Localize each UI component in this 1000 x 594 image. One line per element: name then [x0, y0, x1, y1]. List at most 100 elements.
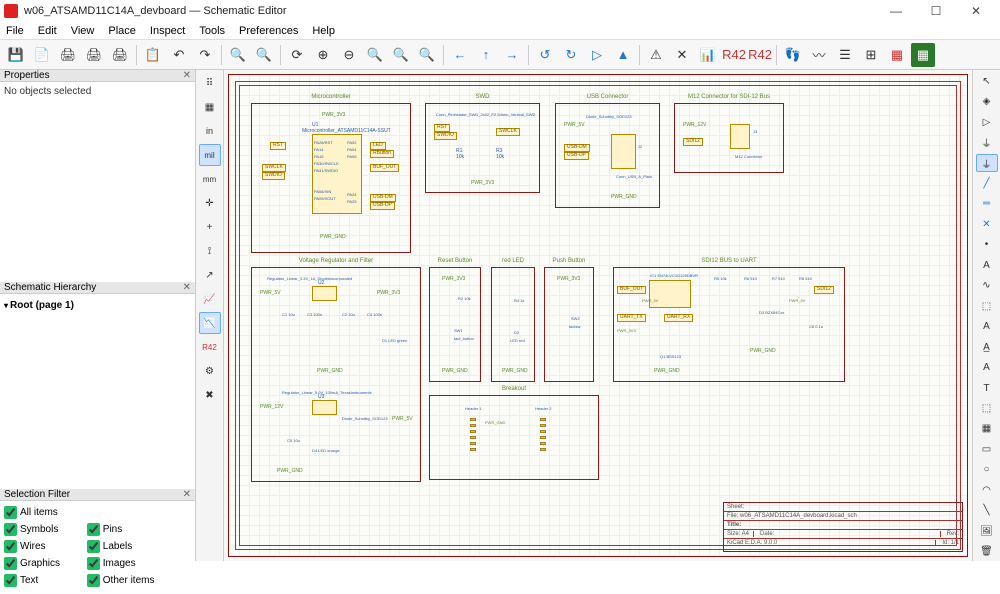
tool-undo[interactable]: ↶: [167, 43, 191, 67]
tool-export[interactable]: ⊞: [859, 43, 883, 67]
rt-power[interactable]: ⏚: [976, 133, 998, 151]
lt-direction[interactable]: ↗: [199, 264, 221, 286]
properties-close-icon[interactable]: ✕: [183, 70, 191, 81]
mcu-net-swclk[interactable]: SWCLK: [262, 164, 286, 172]
rt-hier-label[interactable]: A: [976, 317, 998, 335]
tool-print[interactable]: 🖨: [56, 43, 80, 67]
rt-textbox[interactable]: ⬚: [976, 399, 998, 417]
tool-mirror-v[interactable]: ▷: [585, 43, 609, 67]
menu-file[interactable]: File: [6, 25, 24, 37]
rt-hier-sheet[interactable]: A̲: [976, 338, 998, 356]
menu-edit[interactable]: Edit: [38, 25, 57, 37]
mcu-net-buf[interactable]: BUF_OUT: [370, 164, 399, 172]
sdi-tx[interactable]: UART_TX: [617, 314, 646, 322]
lt-plot1[interactable]: 📈: [199, 288, 221, 310]
swd-net-rst[interactable]: RST: [434, 124, 450, 132]
hierarchy-close-icon[interactable]: ✕: [183, 282, 191, 293]
lt-grid-lines[interactable]: ▦: [199, 96, 221, 118]
block-mcu[interactable]: Microcontroller U1 Microcontroller_ATSAM…: [251, 103, 411, 253]
lt-plot2[interactable]: 📉: [199, 312, 221, 334]
brk-h2-pins[interactable]: [540, 418, 546, 451]
lt-hidden-pins[interactable]: ⟟: [199, 240, 221, 262]
lt-units-in[interactable]: in: [199, 120, 221, 142]
rt-image[interactable]: 🖼: [976, 522, 998, 540]
rt-wire[interactable]: ╱: [976, 174, 998, 192]
m12-symbol[interactable]: [730, 124, 750, 149]
hierarchy-collapse-icon[interactable]: ▾: [4, 301, 8, 310]
filter-symbols[interactable]: Symbols: [4, 523, 84, 536]
menu-preferences[interactable]: Preferences: [239, 25, 298, 37]
filter-text[interactable]: Text: [4, 574, 84, 587]
filter-close-icon[interactable]: ✕: [183, 489, 191, 500]
title-block[interactable]: Sheet: File: w06_ATSAMD11C14A_devboard.k…: [723, 502, 963, 552]
window-maximize[interactable]: ☐: [916, 4, 956, 18]
rt-select[interactable]: ↖: [976, 72, 998, 90]
tool-plot[interactable]: 🖨: [82, 43, 106, 67]
tool-footprint[interactable]: 👣: [781, 43, 805, 67]
tool-pcb[interactable]: ▦: [911, 43, 935, 67]
rt-bus[interactable]: ═: [976, 195, 998, 213]
menu-tools[interactable]: Tools: [199, 25, 225, 37]
rt-symbol[interactable]: ▷: [976, 113, 998, 131]
menu-help[interactable]: Help: [312, 25, 335, 37]
block-brk[interactable]: Breakout Header 1 Header 2 PWR_GND: [429, 395, 599, 480]
filter-graphics[interactable]: Graphics: [4, 557, 84, 570]
block-swd[interactable]: SWD Conn_PinHeader_SWD_2x02_P2.54mm_Vert…: [425, 103, 540, 193]
m12-sdi12[interactable]: SDI12: [683, 138, 703, 146]
filter-wires[interactable]: Wires: [4, 540, 84, 553]
tool-find-replace[interactable]: 🔍: [252, 43, 276, 67]
mcu-net-dm[interactable]: USB-DM: [370, 194, 396, 202]
tool-erc[interactable]: ⚠: [644, 43, 668, 67]
tool-rotate-cw[interactable]: ↻: [559, 43, 583, 67]
tool-annotate[interactable]: R42: [722, 43, 746, 67]
filter-other[interactable]: Other items: [87, 574, 167, 587]
tool-nav-fwd[interactable]: →: [500, 43, 524, 67]
rt-import[interactable]: A: [976, 358, 998, 376]
rt-netclass[interactable]: ∿: [976, 277, 998, 295]
tool-rotate-ccw[interactable]: ↺: [533, 43, 557, 67]
swd-net-swdio[interactable]: SWDIO: [434, 132, 457, 140]
tool-redo[interactable]: ↷: [193, 43, 217, 67]
filter-pins[interactable]: Pins: [87, 523, 167, 536]
rt-arc[interactable]: ◠: [976, 481, 998, 499]
tool-plot2[interactable]: 🖨: [108, 43, 132, 67]
mcu-net-rst[interactable]: RST: [270, 142, 286, 150]
rt-noconnect[interactable]: ✕: [976, 215, 998, 233]
tool-nav-up[interactable]: ↑: [474, 43, 498, 67]
mcu-net-led[interactable]: LED: [370, 142, 386, 150]
tool-paste[interactable]: 📋: [141, 43, 165, 67]
menu-place[interactable]: Place: [108, 25, 136, 37]
usb-dp[interactable]: USB-DP: [564, 152, 589, 160]
filter-labels[interactable]: Labels: [87, 540, 167, 553]
block-usb[interactable]: USB Connector Diode_Schottky_SOD123 J2 C…: [555, 103, 660, 208]
rt-table[interactable]: ▦: [976, 420, 998, 438]
block-reg[interactable]: Voltage Regulator and Filter Regulator_L…: [251, 267, 421, 482]
reg1-symbol[interactable]: [312, 286, 337, 301]
swd-net-swclk[interactable]: SWCLK: [496, 128, 520, 136]
tool-netlist[interactable]: ▦: [885, 43, 909, 67]
tool-nav-back[interactable]: ←: [448, 43, 472, 67]
block-pbtn[interactable]: Push Button PWR_3V3 SW2 tactsw: [544, 267, 594, 382]
tool-sim[interactable]: 📊: [696, 43, 720, 67]
tool-zoom-fit[interactable]: 🔍: [363, 43, 387, 67]
mcu-net-dp[interactable]: USB-DP: [370, 202, 395, 210]
brk-h1-pins[interactable]: [470, 418, 476, 451]
sdi-ic[interactable]: [649, 280, 691, 308]
filter-images[interactable]: Images: [87, 557, 167, 570]
lt-erc-toggle[interactable]: R42: [199, 336, 221, 358]
rt-text[interactable]: T: [976, 379, 998, 397]
menu-view[interactable]: View: [71, 25, 95, 37]
hierarchy-root[interactable]: Root (page 1): [10, 300, 74, 311]
rt-circle[interactable]: ○: [976, 461, 998, 479]
rt-line[interactable]: ╲: [976, 502, 998, 520]
rt-global-label[interactable]: ⬚: [976, 297, 998, 315]
tool-zoom-sel[interactable]: 🔍: [415, 43, 439, 67]
mcu-net-swdio[interactable]: SWDIO: [262, 172, 285, 180]
reg2-symbol[interactable]: [312, 400, 337, 415]
usb-symbol[interactable]: [611, 134, 636, 169]
tool-mirror-h[interactable]: ▲: [611, 43, 635, 67]
rt-rect[interactable]: ▭: [976, 440, 998, 458]
block-sdi[interactable]: SDI12 BUS to UART IC1 SN74LVC1G125DBVR B…: [613, 267, 845, 382]
lt-units-mm[interactable]: mm: [199, 168, 221, 190]
lt-script[interactable]: ⚙: [199, 360, 221, 382]
